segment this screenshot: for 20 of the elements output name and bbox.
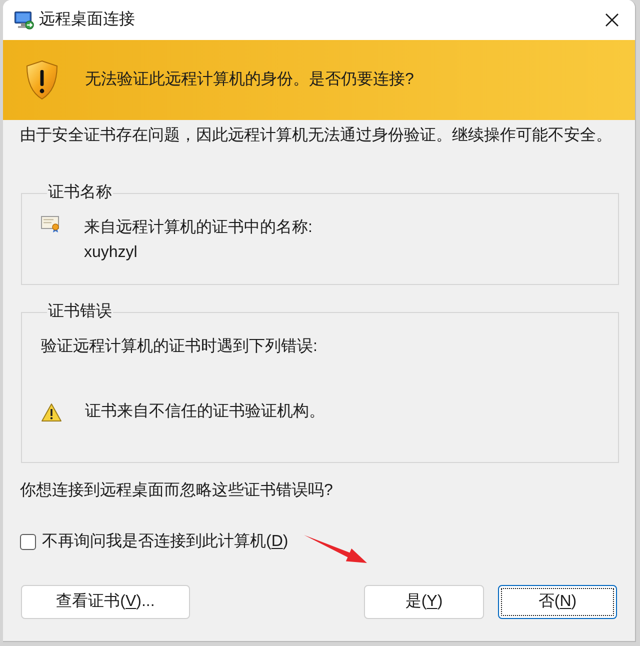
certificate-name-label: 来自远程计算机的证书中的名称: xyxy=(84,218,312,238)
banner-message: 无法验证此远程计算机的身份。是否仍要连接? xyxy=(85,70,414,90)
close-icon xyxy=(605,13,619,27)
warning-icon xyxy=(41,402,62,422)
description-text: 由于安全证书存在问题，因此远程计算机无法通过身份验证。继续操作可能不安全。 xyxy=(20,126,613,146)
group-title: 证书名称 xyxy=(47,183,113,203)
checkbox-label[interactable]: 不再询问我是否连接到此计算机(D) xyxy=(42,530,288,554)
monitor-icon xyxy=(14,10,34,30)
error-text: 证书来自不信任的证书验证机构。 xyxy=(85,402,325,422)
certificate-name-value: xuyhzyl xyxy=(84,243,138,263)
dialog-button[interactable]: 否(N) xyxy=(498,585,617,619)
errors-intro-text: 验证远程计算机的证书时遇到下列错误: xyxy=(41,336,318,357)
window-title: 远程桌面连接 xyxy=(39,10,135,30)
group-title: 证书错误 xyxy=(47,302,113,322)
shield-warning-icon xyxy=(25,60,59,100)
dialog-button[interactable]: 是(Y) xyxy=(364,585,484,619)
question-text: 你想连接到远程桌面而忽略这些证书错误吗? xyxy=(20,480,333,501)
checkbox[interactable] xyxy=(20,534,36,550)
certificate-icon xyxy=(41,216,61,233)
dialog-button[interactable]: 查看证书(V)... xyxy=(21,585,190,619)
